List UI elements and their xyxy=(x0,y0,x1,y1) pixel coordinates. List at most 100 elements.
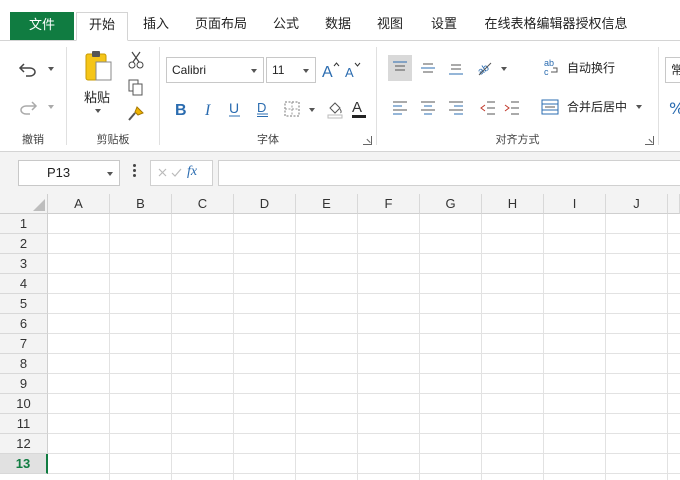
decrease-indent-button[interactable] xyxy=(476,95,500,121)
tab-data[interactable]: 数据 xyxy=(318,12,358,40)
align-left-button[interactable] xyxy=(388,95,412,121)
borders-button[interactable] xyxy=(280,97,304,121)
cut-button[interactable] xyxy=(125,49,147,71)
wrap-text-button[interactable]: 自动换行 xyxy=(567,59,615,76)
clipboard-group-label: 剪贴板 xyxy=(96,133,130,146)
row-header[interactable]: 9 xyxy=(0,374,48,394)
tab-formulas[interactable]: 公式 xyxy=(266,12,306,40)
paste-button[interactable] xyxy=(81,47,115,83)
formula-bar-more-icon[interactable] xyxy=(131,162,137,184)
copy-button[interactable] xyxy=(125,77,147,99)
row-header-active[interactable]: 13 xyxy=(0,454,48,474)
row-header[interactable]: 2 xyxy=(0,234,48,254)
font-color-button[interactable]: A xyxy=(348,97,370,121)
column-header[interactable]: C xyxy=(172,194,234,214)
tab-insert[interactable]: 插入 xyxy=(136,12,176,40)
fill-color-icon xyxy=(327,102,343,119)
row-header[interactable]: 3 xyxy=(0,254,48,274)
font-family-select[interactable]: Calibri xyxy=(166,57,264,83)
text-orientation-icon: ab xyxy=(476,62,492,76)
tab-view[interactable]: 视图 xyxy=(370,12,410,40)
tab-license-info[interactable]: 在线表格编辑器授权信息 xyxy=(476,12,636,40)
cancel-icon[interactable] xyxy=(158,168,167,177)
align-right-button[interactable] xyxy=(444,95,468,121)
number-format-select[interactable]: 常 xyxy=(665,57,680,83)
align-center-button[interactable] xyxy=(416,95,440,121)
increase-indent-button[interactable] xyxy=(500,95,524,121)
insert-function-button[interactable]: fx xyxy=(187,164,197,180)
font-group: Calibri 11 A A B I U D A 字体 xyxy=(160,41,376,151)
bold-button[interactable]: B xyxy=(170,97,192,121)
merge-center-button[interactable]: 合并后居中 xyxy=(567,98,627,115)
row-header[interactable]: 4 xyxy=(0,274,48,294)
italic-button[interactable]: I xyxy=(198,97,220,121)
tab-settings[interactable]: 设置 xyxy=(422,12,466,40)
column-header[interactable]: G xyxy=(420,194,482,214)
undo-dropdown-chevron-icon[interactable] xyxy=(48,67,54,71)
enter-check-icon[interactable] xyxy=(171,168,182,177)
grid-line xyxy=(48,353,680,354)
row-header[interactable]: 1 xyxy=(0,214,48,234)
font-family-chevron-icon xyxy=(251,69,257,73)
merge-center-chevron-icon[interactable] xyxy=(636,105,642,109)
align-top-button[interactable] xyxy=(388,55,412,81)
double-underline-button[interactable]: D xyxy=(252,97,274,121)
font-size-select[interactable]: 11 xyxy=(266,57,316,83)
decrease-font-size-button[interactable]: A xyxy=(342,59,364,81)
column-header[interactable]: H xyxy=(482,194,544,214)
paste-label[interactable]: 粘贴 xyxy=(84,87,110,106)
column-header-partial[interactable] xyxy=(668,194,680,214)
column-header[interactable]: F xyxy=(358,194,420,214)
redo-dropdown-chevron-icon[interactable] xyxy=(48,105,54,109)
row-header[interactable]: 11 xyxy=(0,414,48,434)
tab-home[interactable]: 开始 xyxy=(76,12,128,41)
undo-icon xyxy=(18,63,36,77)
merge-center-icon-button[interactable] xyxy=(539,95,561,119)
column-header[interactable]: B xyxy=(110,194,172,214)
row-header[interactable]: 7 xyxy=(0,334,48,354)
align-middle-button[interactable] xyxy=(416,55,440,81)
font-color-icon: A xyxy=(352,99,366,118)
select-all-corner[interactable] xyxy=(0,194,48,214)
increase-font-size-button[interactable]: A xyxy=(320,59,342,81)
align-bottom-button[interactable] xyxy=(444,55,468,81)
column-header[interactable]: A xyxy=(48,194,110,214)
tab-file[interactable]: 文件 xyxy=(10,12,74,40)
fill-color-button[interactable] xyxy=(324,97,346,121)
ribbon: 撤销 粘贴 剪贴板 Calibri 11 A A B I U D A 字体 ab… xyxy=(0,40,680,152)
row-header[interactable]: 10 xyxy=(0,394,48,414)
row-header[interactable]: 6 xyxy=(0,314,48,334)
font-dialog-launcher-icon[interactable] xyxy=(363,136,372,145)
scissors-icon xyxy=(128,51,144,69)
tab-page-layout[interactable]: 页面布局 xyxy=(186,12,256,40)
redo-button[interactable] xyxy=(16,95,40,119)
formula-input[interactable] xyxy=(218,160,680,186)
undo-button[interactable] xyxy=(16,57,40,81)
wrap-text-icon-button[interactable]: ab c xyxy=(541,55,563,79)
grid-line xyxy=(48,473,680,474)
row-header[interactable]: 12 xyxy=(0,434,48,454)
spreadsheet-grid[interactable]: A B C D E F G H I J 1 2 3 4 5 6 7 8 9 10… xyxy=(0,194,680,480)
row-header[interactable]: 8 xyxy=(0,354,48,374)
underline-button[interactable]: U xyxy=(224,97,246,121)
svg-text:B: B xyxy=(175,102,187,118)
font-group-label: 字体 xyxy=(257,133,279,146)
alignment-dialog-launcher-icon[interactable] xyxy=(645,136,654,145)
column-header[interactable]: J xyxy=(606,194,668,214)
column-header[interactable]: D xyxy=(234,194,296,214)
text-orientation-chevron-icon[interactable] xyxy=(501,67,507,71)
svg-text:A: A xyxy=(322,64,333,79)
ribbon-tab-bar: 文件 开始 插入 页面布局 公式 数据 视图 设置 在线表格编辑器授权信息 xyxy=(0,0,680,41)
paste-dropdown-chevron-icon[interactable] xyxy=(95,109,101,113)
percent-style-button[interactable]: % xyxy=(669,99,680,118)
alignment-group: ab ab c 自动换行 合并后居中 对齐方式 xyxy=(377,41,658,151)
name-box-value: P13 xyxy=(47,165,71,180)
borders-dropdown-chevron-icon[interactable] xyxy=(309,108,315,112)
row-header[interactable]: 5 xyxy=(0,294,48,314)
column-header[interactable]: I xyxy=(544,194,606,214)
format-painter-button[interactable] xyxy=(125,103,147,125)
name-box-chevron-icon xyxy=(107,172,113,176)
name-box[interactable]: P13 xyxy=(18,160,120,186)
text-orientation-button[interactable]: ab xyxy=(474,55,496,81)
column-header[interactable]: E xyxy=(296,194,358,214)
